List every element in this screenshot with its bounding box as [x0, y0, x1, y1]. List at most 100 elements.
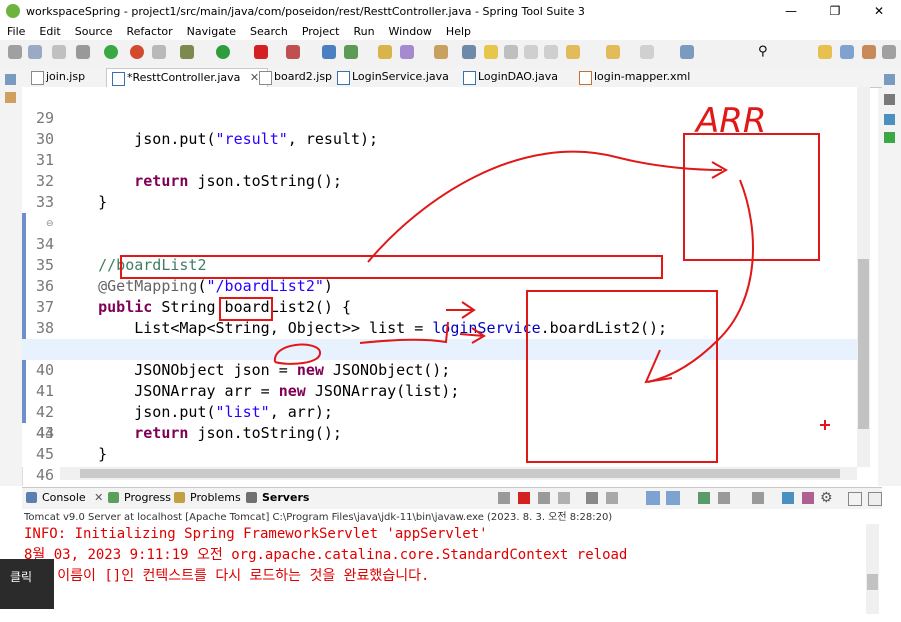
stop-icon[interactable] — [254, 45, 268, 59]
console-pin-icon[interactable] — [498, 492, 510, 504]
word-wrap-console-icon[interactable] — [782, 492, 794, 504]
mark-occurrences-icon[interactable] — [484, 45, 498, 59]
console-line: INFO: Initializing Spring FrameworkServl… — [24, 526, 488, 542]
menu-project[interactable]: Project — [295, 25, 347, 38]
run-icon[interactable] — [216, 45, 230, 59]
code-line: 46 — [22, 444, 857, 484]
editor-vertical-scrollbar[interactable] — [857, 87, 870, 467]
close-button[interactable]: ✕ — [857, 0, 901, 22]
open-task-icon[interactable] — [400, 45, 414, 59]
code-line: 42 return json.toString(); — [22, 360, 857, 442]
restore-icon[interactable] — [5, 74, 16, 85]
code-line: 29 json.put("result", result); — [22, 87, 857, 148]
remove-all-icon[interactable] — [558, 492, 570, 504]
debug-icon[interactable] — [180, 45, 194, 59]
perspective-java-icon[interactable] — [840, 45, 854, 59]
server-info: Tomcat v9.0 Server at localhost [Apache … — [24, 512, 613, 523]
title-bar: workspaceSpring - project1/src/main/java… — [0, 0, 901, 22]
last-edit-icon[interactable] — [566, 45, 580, 59]
menu-run[interactable]: Run — [346, 25, 381, 38]
gear-icon[interactable]: ⚙ — [820, 490, 833, 506]
restore-right-icon[interactable] — [884, 74, 895, 85]
problems-icon — [174, 492, 185, 503]
forward-icon[interactable] — [640, 45, 654, 59]
new-icon[interactable] — [8, 45, 22, 59]
menu-navigate[interactable]: Navigate — [180, 25, 243, 38]
toolbar: ⚲ — [0, 40, 901, 67]
open-console-icon[interactable] — [698, 492, 710, 504]
spring-boot-icon[interactable] — [104, 45, 118, 59]
show-on-error-icon[interactable] — [666, 491, 680, 505]
back-icon[interactable] — [606, 45, 620, 59]
tab-progress[interactable]: Progress — [108, 491, 171, 504]
clear-console-icon[interactable] — [586, 492, 598, 504]
annotation-next-icon[interactable] — [462, 45, 476, 59]
refresh-icon[interactable] — [152, 45, 166, 59]
code-line: 36 public String boardList2() { — [22, 234, 857, 316]
open-type-icon[interactable] — [378, 45, 392, 59]
new-package-icon[interactable] — [322, 45, 336, 59]
tab-servers[interactable]: Servers — [246, 491, 309, 504]
scroll-thumb[interactable] — [80, 469, 840, 478]
right-trim-stack — [878, 66, 901, 486]
maximize-panel-icon[interactable] — [868, 492, 882, 506]
search-icon[interactable]: ⚲ — [758, 45, 772, 59]
pin-editor-icon[interactable] — [680, 45, 694, 59]
tab-problems[interactable]: Problems — [174, 491, 241, 504]
menu-source[interactable]: Source — [68, 25, 120, 38]
code-line: 30 — [22, 108, 857, 148]
code-line-current: 41 json.put("list", arr); — [22, 339, 857, 421]
external-tools-icon[interactable] — [286, 45, 300, 59]
menu-window[interactable]: Window — [382, 25, 439, 38]
terminal-icon[interactable] — [76, 45, 90, 59]
editor-horizontal-scrollbar[interactable] — [60, 467, 857, 480]
minimize-button[interactable]: — — [769, 0, 813, 22]
code-editor[interactable]: 29 json.put("result", result); 30 31 ret… — [22, 87, 857, 484]
minimize-panel-icon[interactable] — [848, 492, 862, 506]
line-number: 46 — [35, 466, 54, 484]
scroll-lock-icon[interactable] — [606, 492, 618, 504]
console-output[interactable]: INFO: Initializing Spring FrameworkServl… — [24, 524, 864, 587]
menu-file[interactable]: File — [0, 25, 32, 38]
save-icon[interactable] — [28, 45, 42, 59]
tab-restt-controller[interactable]: *ResttController.java ✕ — [106, 68, 268, 87]
menu-search[interactable]: Search — [243, 25, 295, 38]
scroll-thumb[interactable] — [858, 259, 869, 429]
maximize-button[interactable]: ❐ — [813, 0, 857, 22]
word-wrap-icon[interactable] — [524, 45, 538, 59]
terminate-icon[interactable] — [518, 492, 530, 504]
tab-join-jsp[interactable]: join.jsp — [26, 68, 85, 86]
tab-login-dao[interactable]: LoginDAO.java — [458, 68, 558, 86]
outline-icon[interactable] — [884, 94, 895, 105]
show-on-output-icon[interactable] — [646, 491, 660, 505]
tab-login-mapper-xml[interactable]: login-mapper.xml — [574, 68, 690, 86]
menu-edit[interactable]: Edit — [32, 25, 67, 38]
fold-icon[interactable]: ⊖ — [46, 219, 54, 229]
menu-help[interactable]: Help — [439, 25, 478, 38]
task-list-icon[interactable] — [884, 114, 895, 125]
new-console-icon[interactable] — [752, 492, 764, 504]
tab-console[interactable]: Console ✕ — [26, 491, 103, 504]
block-selection-icon[interactable] — [504, 45, 518, 59]
display-console-icon[interactable] — [718, 492, 730, 504]
spring-explorer-icon[interactable] — [884, 132, 895, 143]
menu-refactor[interactable]: Refactor — [120, 25, 180, 38]
search-tool-icon[interactable] — [434, 45, 448, 59]
perspective-debug-icon[interactable] — [882, 45, 896, 59]
scroll-thumb[interactable] — [867, 574, 878, 590]
perspective-jee-icon[interactable] — [862, 45, 876, 59]
package-explorer-icon[interactable] — [5, 92, 16, 103]
close-console-icon[interactable]: ✕ — [94, 491, 103, 504]
tab-board2-jsp[interactable]: board2.jsp — [254, 68, 332, 86]
tab-label: board2.jsp — [274, 70, 333, 83]
pin-console-icon[interactable] — [802, 492, 814, 504]
update-icon[interactable] — [130, 45, 144, 59]
remove-launch-icon[interactable] — [538, 492, 550, 504]
perspective-spring-icon[interactable] — [818, 45, 832, 59]
new-class-icon[interactable] — [344, 45, 358, 59]
print-icon[interactable] — [52, 45, 66, 59]
show-whitespace-icon[interactable] — [544, 45, 558, 59]
console-scrollbar[interactable] — [866, 524, 879, 614]
tab-login-service[interactable]: LoginService.java — [332, 68, 449, 86]
code-line: 43 } — [22, 381, 857, 463]
